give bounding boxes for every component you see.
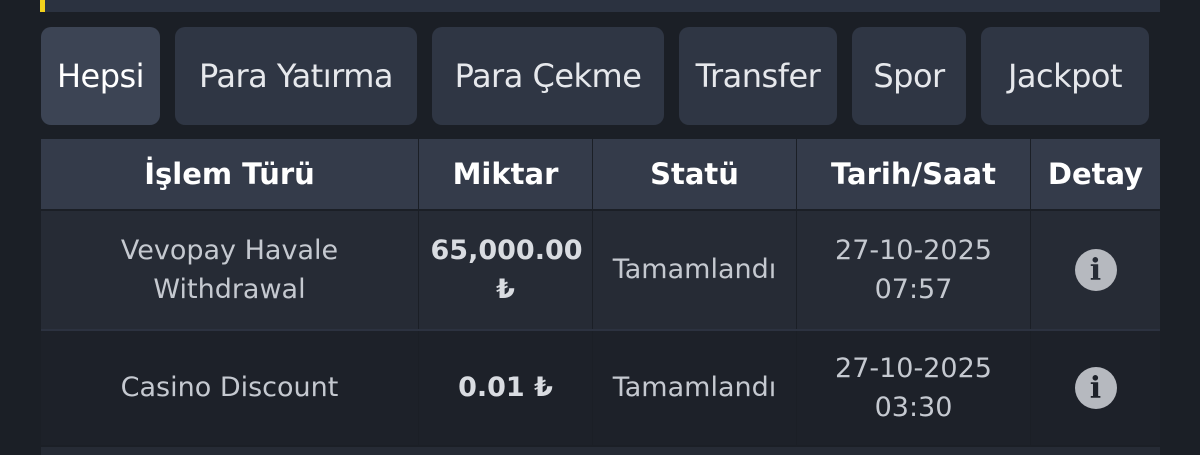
table-header: İşlem Türü Miktar Statü Tarih/Saat Detay bbox=[41, 139, 1160, 209]
transaction-time: 03:30 bbox=[874, 392, 953, 423]
header-statu: Statü bbox=[593, 139, 797, 209]
transaction-type: Vevopay Havale Withdrawal bbox=[41, 211, 419, 329]
transaction-date: 27-10-2025 bbox=[835, 352, 992, 384]
transaction-status: Tamamlandı bbox=[593, 211, 797, 329]
transaction-type: Casino Discount bbox=[41, 331, 419, 445]
header-tarih-saat: Tarih/Saat bbox=[797, 139, 1031, 209]
transaction-datetime: 27-10-2025 07:57 bbox=[797, 211, 1031, 329]
amount-text: 0.01 ₺ bbox=[458, 372, 553, 404]
transaction-detail: i bbox=[1031, 331, 1160, 445]
tab-jackpot[interactable]: Jackpot bbox=[981, 27, 1149, 125]
info-icon[interactable]: i bbox=[1074, 367, 1117, 409]
transaction-amount: 65,000.00 ₺ bbox=[419, 211, 593, 329]
transaction-status: Tamamlandı bbox=[593, 331, 797, 445]
tab-spor[interactable]: Spor bbox=[852, 27, 966, 125]
amount-text: 65,000.00 ₺ bbox=[430, 234, 583, 305]
top-panel bbox=[40, 0, 1160, 12]
transaction-datetime: 27-10-2025 03:30 bbox=[797, 331, 1031, 445]
header-islem-turu: İşlem Türü bbox=[41, 139, 419, 209]
transaction-amount: 0.01 ₺ bbox=[419, 331, 593, 445]
tab-hepsi[interactable]: Hepsi bbox=[41, 27, 160, 125]
transaction-type-text: Vevopay Havale Withdrawal bbox=[120, 234, 339, 305]
transaction-date: 27-10-2025 bbox=[835, 234, 992, 266]
header-miktar: Miktar bbox=[419, 139, 593, 209]
table-row-partial bbox=[41, 445, 1160, 455]
filter-tabs: Hepsi Para Yatırma Para Çekme Transfer S… bbox=[41, 27, 1149, 125]
info-icon[interactable]: i bbox=[1074, 249, 1117, 291]
table-row: Casino Discount 0.01 ₺ Tamamlandı 27-10-… bbox=[41, 329, 1160, 445]
table-row: Vevopay Havale Withdrawal 65,000.00 ₺ Ta… bbox=[41, 209, 1160, 329]
tab-para-cekme[interactable]: Para Çekme bbox=[432, 27, 664, 125]
tab-transfer[interactable]: Transfer bbox=[679, 27, 837, 125]
header-detay: Detay bbox=[1047, 157, 1144, 191]
transactions-table: İşlem Türü Miktar Statü Tarih/Saat Detay… bbox=[41, 139, 1160, 455]
tab-para-yatirma[interactable]: Para Yatırma bbox=[175, 27, 417, 125]
transaction-time: 07:57 bbox=[874, 274, 953, 305]
transaction-detail: i bbox=[1031, 211, 1160, 329]
